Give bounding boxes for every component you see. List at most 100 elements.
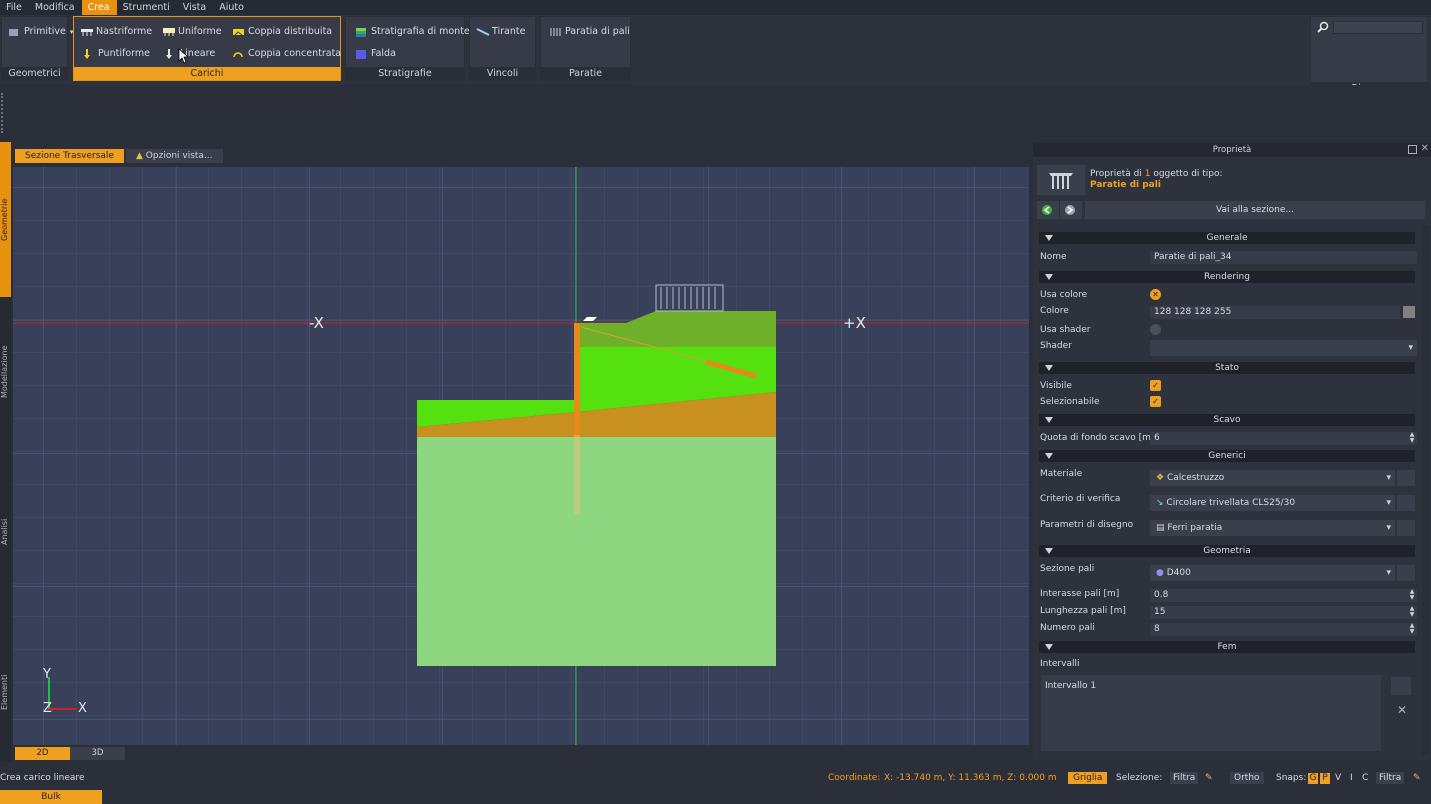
menu-file[interactable]: File	[0, 0, 29, 15]
mode-3d-button[interactable]: 3D	[70, 747, 125, 760]
usa-shader-radio[interactable]	[1150, 324, 1161, 335]
paratia-pali-button[interactable]: Paratia di pali	[549, 26, 630, 37]
parametri-edit-button[interactable]	[1397, 520, 1415, 536]
section-geometria[interactable]: Geometria	[1039, 545, 1415, 557]
remove-interval-icon[interactable]: ✕	[1397, 703, 1407, 717]
forward-button[interactable]	[1060, 201, 1082, 219]
coppia-distribuita-button[interactable]: Coppia distribuita	[232, 26, 332, 37]
bulk-tab[interactable]: Bulk	[0, 790, 102, 804]
list-item[interactable]: Intervallo 1	[1045, 681, 1377, 691]
pile-wall[interactable]	[574, 323, 580, 435]
sezione-pali-value: D400	[1166, 568, 1191, 578]
axis-label-minus-x: -X	[309, 314, 324, 332]
puntiforme-button[interactable]: Puntiforme	[82, 48, 150, 59]
nastriforme-button[interactable]: Nastriforme	[80, 26, 152, 37]
colore-label: Colore	[1040, 306, 1069, 316]
sezione-pali-label: Sezione pali	[1040, 564, 1095, 574]
falda-button[interactable]: Falda	[355, 48, 396, 59]
criterio-edit-button[interactable]	[1397, 495, 1415, 511]
drawing-canvas[interactable]: -X +X Y Z X	[13, 167, 1029, 745]
lineare-button[interactable]: Lineare	[164, 48, 215, 59]
wrench-icon[interactable]: ✎	[1205, 770, 1213, 786]
snap-v-toggle[interactable]: V	[1335, 770, 1341, 786]
goto-section-button[interactable]: Vai alla sezione...	[1085, 201, 1425, 219]
section-scavo[interactable]: Scavo	[1039, 414, 1415, 426]
visibile-checkbox[interactable]: ✓	[1150, 380, 1161, 391]
griglia-toggle[interactable]: Griglia	[1068, 772, 1108, 784]
menu-modifica[interactable]: Modifica	[29, 0, 82, 15]
section-generale[interactable]: Generale	[1039, 232, 1415, 244]
group-title-geometrici: Geometrici	[2, 67, 67, 80]
toolbar-grip[interactable]	[1, 93, 3, 133]
materiale-edit-button[interactable]	[1397, 470, 1415, 486]
sezione-pali-select[interactable]: ● D400	[1150, 565, 1395, 581]
snap-g-toggle[interactable]: G	[1308, 773, 1318, 784]
menu-vista[interactable]: Vista	[177, 0, 213, 15]
spinner-icon[interactable]: ▲ ▼	[1407, 432, 1417, 445]
tab-opzioni-vista[interactable]: ▲ Opzioni vista...	[126, 149, 223, 163]
menu-bar: File Modifica Crea Strumenti Vista Aiuto	[0, 0, 1431, 15]
object-type-name: Paratie di pali	[1090, 180, 1161, 190]
add-interval-button[interactable]	[1391, 677, 1411, 695]
menu-crea[interactable]: Crea	[81, 0, 117, 15]
snap-p-toggle[interactable]: P	[1320, 773, 1330, 784]
close-icon[interactable]: ✕	[1421, 143, 1429, 154]
ortho-toggle[interactable]: Ortho	[1230, 772, 1264, 784]
pile-wall-icon	[549, 27, 561, 37]
tirante-button[interactable]: Tirante	[476, 26, 525, 37]
lunghezza-field[interactable]: 15 ▲ ▼	[1150, 606, 1417, 619]
interasse-field[interactable]: 0.8 ▲ ▼	[1150, 589, 1417, 602]
criterion-icon: ↘	[1156, 498, 1164, 508]
uniform-load-icon	[162, 27, 175, 37]
section-stato[interactable]: Stato	[1039, 362, 1415, 374]
float-icon[interactable]	[1408, 145, 1417, 154]
back-button[interactable]	[1037, 201, 1059, 219]
properties-scrollbar[interactable]	[1422, 225, 1430, 755]
criterio-label: Criterio di verifica	[1040, 494, 1121, 504]
spinner-icon[interactable]: ▲ ▼	[1407, 623, 1417, 636]
numero-field[interactable]: 8 ▲ ▼	[1150, 623, 1417, 636]
usa-colore-radio[interactable]: ✕	[1150, 289, 1161, 300]
tab-elementi[interactable]: Elementi	[0, 652, 11, 732]
section-generici[interactable]: Generici	[1039, 450, 1415, 462]
selezionabile-label: Selezionabile	[1040, 397, 1100, 407]
materiale-select[interactable]: ❖ Calcestruzzo	[1150, 470, 1395, 486]
sezione-pali-edit-button[interactable]	[1397, 565, 1415, 581]
snap-i-toggle[interactable]: I	[1350, 770, 1353, 786]
nome-field[interactable]: Paratie di pali_34	[1150, 251, 1417, 264]
quota-field[interactable]: 6 ▲ ▼	[1150, 432, 1417, 445]
section-fem[interactable]: Fem	[1039, 641, 1415, 653]
materiale-label: Materiale	[1040, 469, 1083, 479]
spinner-icon[interactable]: ▲ ▼	[1407, 606, 1417, 619]
mode-2d-button[interactable]: 2D	[15, 747, 70, 760]
parametri-select[interactable]: ▤ Ferri paratia	[1150, 520, 1395, 536]
puntiforme-label: Puntiforme	[98, 48, 150, 59]
search-input[interactable]	[1333, 21, 1423, 34]
intervalli-list[interactable]: Intervallo 1	[1041, 675, 1381, 751]
section-rendering[interactable]: Rendering	[1039, 271, 1415, 283]
tab-sezione-trasversale[interactable]: Sezione Trasversale	[15, 149, 124, 163]
spinner-icon[interactable]: ▲ ▼	[1407, 589, 1417, 602]
snap-wrench-icon[interactable]: ✎	[1413, 770, 1421, 786]
criterio-select[interactable]: ↘ Circolare trivellata CLS25/30	[1150, 495, 1395, 511]
stratigrafia-monte-label: Stratigrafia di monte	[371, 26, 470, 37]
coppia-concentrata-button[interactable]: Coppia concentrata	[232, 48, 341, 59]
tab-geometrie[interactable]: Geometrie	[0, 142, 11, 297]
primitive-button[interactable]: Primitive ▾	[8, 26, 73, 37]
colore-field[interactable]: 128 128 128 255	[1150, 306, 1400, 319]
filtra-snaps-button[interactable]: Filtra	[1376, 772, 1405, 784]
tab-analisi[interactable]: Analisi	[0, 497, 11, 567]
shader-select[interactable]	[1150, 340, 1417, 356]
selezionabile-checkbox[interactable]: ✓	[1150, 396, 1161, 407]
quota-value: 6	[1154, 433, 1160, 443]
menu-strumenti[interactable]: Strumenti	[117, 0, 177, 15]
tab-modellazione[interactable]: Modellazione	[0, 327, 11, 417]
snap-c-toggle[interactable]: C	[1362, 770, 1368, 786]
color-swatch[interactable]	[1403, 306, 1415, 318]
primitive-icon	[8, 27, 20, 37]
surcharge-load[interactable]	[655, 284, 724, 312]
menu-aiuto[interactable]: Aiuto	[213, 0, 251, 15]
filtra-button[interactable]: Filtra	[1170, 772, 1199, 784]
uniforme-button[interactable]: Uniforme	[162, 26, 222, 37]
stratigrafia-monte-button[interactable]: Stratigrafia di monte	[355, 26, 470, 37]
